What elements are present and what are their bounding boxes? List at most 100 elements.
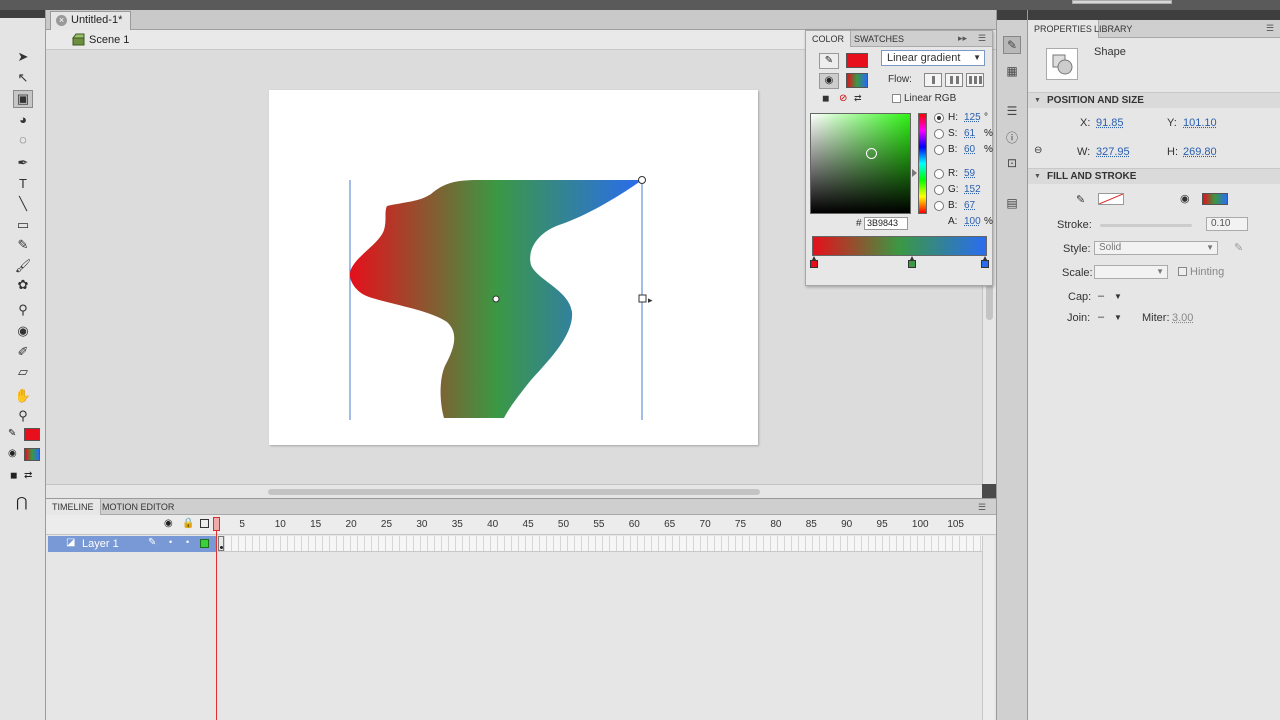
color-spectrum[interactable] bbox=[810, 113, 911, 214]
color-mode-radio[interactable] bbox=[934, 129, 944, 139]
stroke-color-swatch[interactable] bbox=[846, 53, 868, 68]
swatches-panel-icon[interactable]: ▦ bbox=[1003, 62, 1021, 80]
w-value[interactable]: 327.95 bbox=[1096, 146, 1130, 158]
panel-collapse-icon[interactable]: ▸▸ bbox=[958, 33, 967, 44]
no-color-icon[interactable]: ⊘ bbox=[839, 93, 847, 104]
show-hide-all-icon[interactable]: ◉ bbox=[164, 518, 173, 529]
h-value[interactable]: 269.80 bbox=[1183, 146, 1217, 158]
color-mode-radio[interactable] bbox=[934, 201, 944, 211]
search-field[interactable] bbox=[1072, 0, 1172, 4]
paint-bucket-tool-icon[interactable]: ◉ bbox=[13, 322, 33, 340]
deco-tool-icon[interactable]: ✿ bbox=[13, 276, 33, 294]
x-value[interactable]: 91.85 bbox=[1096, 117, 1124, 129]
stroke-slider[interactable] bbox=[1100, 224, 1192, 227]
scene-label[interactable]: Scene 1 bbox=[89, 34, 129, 46]
gradient-stop-right[interactable] bbox=[981, 256, 989, 268]
stroke-color-pencil-icon[interactable]: ✎ bbox=[8, 428, 16, 439]
miter-value[interactable]: 3.00 bbox=[1172, 312, 1193, 324]
fill-color-swatch[interactable] bbox=[1202, 193, 1228, 205]
tab-timeline[interactable]: TIMELINE bbox=[46, 499, 101, 515]
flow-repeat-button[interactable] bbox=[966, 73, 984, 87]
color-value-number[interactable]: 125 bbox=[964, 112, 981, 123]
layer-lock-dot[interactable]: • bbox=[186, 537, 189, 547]
tab-swatches[interactable]: SWATCHES bbox=[848, 31, 910, 47]
stroke-color-swatch[interactable] bbox=[1098, 193, 1124, 205]
join-select[interactable]: – bbox=[1098, 311, 1104, 323]
link-icon[interactable]: ⊖ bbox=[1034, 145, 1042, 156]
hue-slider-pointer[interactable] bbox=[912, 169, 917, 177]
close-icon[interactable]: × bbox=[56, 15, 67, 26]
keyframe-cell[interactable] bbox=[218, 536, 224, 551]
tab-library[interactable]: LIBRARY bbox=[1088, 20, 1138, 38]
gradient-stop-left[interactable] bbox=[810, 256, 818, 268]
panel-menu-icon[interactable]: ☰ bbox=[978, 502, 986, 513]
lasso-tool-icon[interactable]: ◌ bbox=[13, 130, 33, 148]
line-tool-icon[interactable]: ╲ bbox=[13, 195, 33, 213]
color-mode-radio[interactable] bbox=[934, 113, 944, 123]
stage-horizontal-scrollbar[interactable] bbox=[46, 484, 982, 498]
fill-stroke-section-header[interactable]: FILL AND STROKE bbox=[1028, 168, 1280, 184]
layer-row[interactable]: ◪ Layer 1 ✎ • • bbox=[48, 536, 216, 552]
fill-color-swatch[interactable] bbox=[24, 448, 40, 461]
panel-menu-icon[interactable]: ☰ bbox=[978, 33, 986, 44]
style-select[interactable]: Solid ▼ bbox=[1094, 241, 1218, 255]
color-value-number[interactable]: 152 bbox=[964, 184, 981, 195]
align-panel-icon[interactable]: ☰ bbox=[1003, 102, 1021, 120]
transform-panel-icon[interactable]: ⊡ bbox=[1003, 154, 1021, 172]
text-tool-icon[interactable]: T bbox=[13, 174, 33, 192]
gradient-rotate-handle[interactable] bbox=[638, 176, 646, 184]
black-white-icon[interactable]: ◼ bbox=[822, 93, 829, 104]
gradient-definition-bar[interactable] bbox=[812, 236, 987, 256]
hinting-checkbox[interactable] bbox=[1178, 267, 1187, 276]
stroke-color-button[interactable]: ✎ bbox=[819, 53, 839, 69]
swap-colors-icon[interactable]: ⇄ bbox=[24, 470, 32, 481]
stage-canvas[interactable]: ▸ bbox=[269, 90, 758, 445]
layer-outline-color[interactable] bbox=[200, 539, 209, 548]
flow-extend-button[interactable] bbox=[924, 73, 942, 87]
brush-tool-icon[interactable]: 🖌 bbox=[13, 257, 33, 275]
color-mode-radio[interactable] bbox=[934, 145, 944, 155]
linear-rgb-checkbox[interactable] bbox=[892, 94, 901, 103]
fill-color-swatch[interactable] bbox=[846, 73, 868, 88]
scale-select[interactable]: ▼ bbox=[1094, 265, 1168, 279]
fill-color-bucket-icon[interactable]: ◉ bbox=[8, 448, 17, 459]
gradient-stop-middle[interactable] bbox=[908, 256, 916, 268]
bone-tool-icon[interactable]: ⚲ bbox=[13, 301, 33, 319]
playhead[interactable] bbox=[213, 517, 220, 720]
color-picker-marker[interactable] bbox=[866, 148, 877, 159]
rectangle-tool-icon[interactable]: ▭ bbox=[13, 216, 33, 234]
color-mode-radio[interactable] bbox=[934, 185, 944, 195]
color-value-number[interactable]: 59 bbox=[964, 168, 975, 179]
3d-rotation-tool-icon[interactable]: ◕ bbox=[13, 110, 33, 128]
hue-slider[interactable] bbox=[912, 113, 927, 214]
eyedropper-tool-icon[interactable]: ✐ bbox=[13, 343, 33, 361]
black-white-icon[interactable]: ◼ bbox=[10, 470, 17, 481]
lock-all-icon[interactable]: 🔒 bbox=[182, 518, 194, 529]
info-panel-icon[interactable]: ⓘ bbox=[1003, 128, 1021, 146]
layer-name[interactable]: Layer 1 bbox=[82, 538, 119, 550]
outline-all-icon[interactable] bbox=[200, 519, 209, 528]
timeline-vertical-scrollbar[interactable] bbox=[982, 536, 994, 720]
gradient-center-handle[interactable] bbox=[492, 295, 500, 303]
snap-to-objects-icon[interactable]: ⋂ bbox=[16, 494, 27, 511]
hex-input[interactable]: 3B9843 bbox=[864, 217, 908, 230]
color-value-number[interactable]: 60 bbox=[964, 144, 975, 155]
zoom-tool-icon[interactable]: ⚲ bbox=[13, 407, 33, 425]
subselection-tool-icon[interactable]: ↖ bbox=[13, 69, 33, 87]
tab-color[interactable]: COLOR bbox=[806, 31, 852, 47]
horizontal-scroll-thumb[interactable] bbox=[268, 489, 760, 495]
stroke-color-swatch[interactable] bbox=[24, 428, 40, 441]
playhead-marker[interactable] bbox=[213, 517, 220, 531]
position-size-section-header[interactable]: POSITION AND SIZE bbox=[1028, 92, 1280, 108]
hand-tool-icon[interactable]: ✋ bbox=[13, 387, 33, 405]
cap-select[interactable]: – bbox=[1098, 290, 1104, 302]
panel-menu-icon[interactable]: ☰ bbox=[1266, 23, 1274, 34]
pen-tool-icon[interactable]: ✒ bbox=[13, 154, 33, 172]
stage[interactable]: ▸ bbox=[269, 90, 758, 445]
color-value-number[interactable]: 61 bbox=[964, 128, 975, 139]
tab-motion-editor[interactable]: MOTION EDITOR bbox=[96, 499, 180, 515]
components-panel-icon[interactable]: ▤ bbox=[1003, 194, 1021, 212]
document-tab[interactable]: × Untitled-1* bbox=[50, 11, 132, 30]
selection-tool-icon[interactable]: ➤ bbox=[13, 48, 33, 66]
layer-visibility-dot[interactable]: • bbox=[169, 537, 172, 547]
